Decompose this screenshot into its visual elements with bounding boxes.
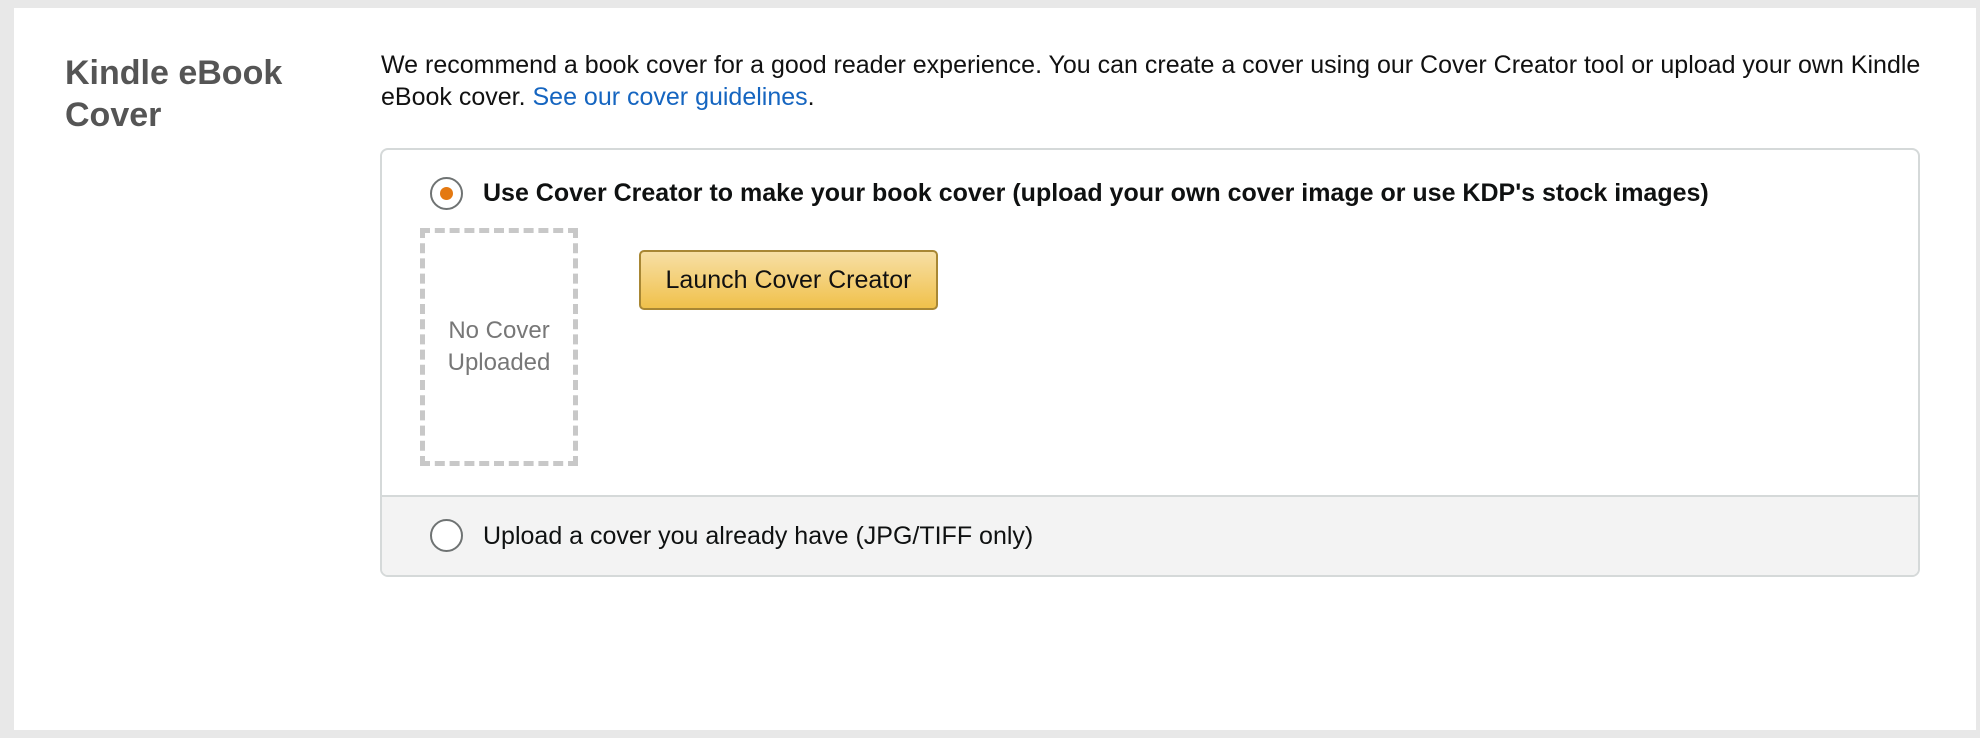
cover-options-box: Use Cover Creator to make your book cove… xyxy=(380,148,1920,577)
intro-suffix: . xyxy=(807,83,815,111)
option-cover-creator[interactable]: Use Cover Creator to make your book cove… xyxy=(382,150,1918,497)
cover-placeholder: No Cover Uploaded xyxy=(420,228,578,466)
cover-guidelines-link[interactable]: See our cover guidelines xyxy=(532,83,807,111)
cover-placeholder-text: No Cover Uploaded xyxy=(447,317,551,376)
section-title: Kindle eBook Cover xyxy=(65,54,283,134)
launch-cover-creator-button[interactable]: Launch Cover Creator xyxy=(639,250,938,310)
cover-creator-label[interactable]: Use Cover Creator to make your book cove… xyxy=(483,176,1709,210)
intro-paragraph: We recommend a book cover for a good rea… xyxy=(381,49,1941,113)
upload-cover-label[interactable]: Upload a cover you already have (JPG/TIF… xyxy=(483,519,1033,553)
option-upload-cover[interactable]: Upload a cover you already have (JPG/TIF… xyxy=(382,497,1918,575)
cover-creator-radio[interactable] xyxy=(430,177,463,210)
upload-cover-radio[interactable] xyxy=(430,519,463,552)
ebook-cover-section: Kindle eBook Cover We recommend a book c… xyxy=(14,8,1976,730)
